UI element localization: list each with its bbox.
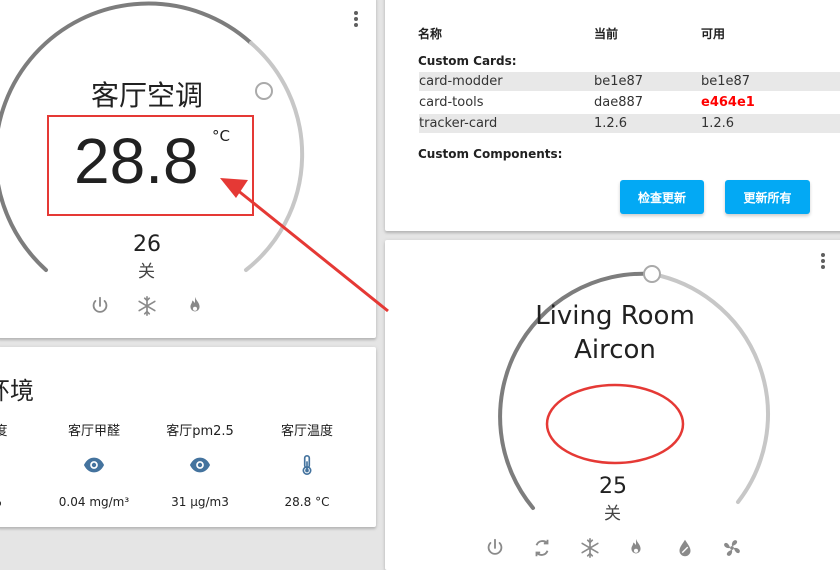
- current-temperature: 28.8: [74, 125, 199, 197]
- table-row: tracker-card 1.2.6 1.2.6: [419, 114, 840, 133]
- sensor-name[interactable]: 客厅pm2.5: [160, 420, 240, 439]
- cycle-icon[interactable]: [531, 537, 553, 559]
- hvac-mode: 关: [138, 262, 155, 282]
- update-tracker-card: 名称 当前 可用 Custom Cards: card-modder be1e8…: [385, 0, 840, 231]
- target-temperature: 26: [133, 232, 161, 257]
- water-drop-icon[interactable]: [674, 537, 696, 559]
- fire-icon[interactable]: [184, 295, 206, 317]
- thermometer-icon[interactable]: [296, 454, 318, 476]
- eye-icon[interactable]: [83, 454, 105, 476]
- row-available: be1e87: [701, 74, 751, 89]
- sensor-name[interactable]: 客厅温度: [267, 420, 347, 439]
- row-name: tracker-card: [419, 116, 498, 131]
- fire-icon[interactable]: [625, 537, 647, 559]
- update-all-button[interactable]: 更新所有: [725, 180, 810, 214]
- fan-icon[interactable]: [721, 537, 743, 559]
- sensor-value: %: [0, 495, 6, 509]
- table-row: card-tools dae887 e464e1: [419, 93, 840, 112]
- sensor-name[interactable]: 客厅甲醛: [54, 420, 134, 439]
- sensor-value: 0.04 mg/m³: [58, 495, 130, 509]
- column-header-current: 当前: [594, 27, 619, 41]
- annotation-circle: [545, 383, 685, 465]
- environment-card: 环境 度 % 客厅甲醛 0.04 mg/m³ 客厅pm2.5 31 μg/m3 …: [0, 347, 376, 527]
- table-row: card-modder be1e87 be1e87: [419, 72, 840, 91]
- column-header-name: 名称: [418, 27, 443, 41]
- thermostat-card-cn: 客厅空调 28.8 °C 26 关: [0, 0, 376, 338]
- thermostat-name: 客厅空调: [91, 79, 204, 112]
- card-title: 环境: [0, 377, 34, 405]
- target-temperature: 25: [599, 474, 627, 499]
- row-current: be1e87: [594, 74, 644, 89]
- eye-icon[interactable]: [189, 454, 211, 476]
- row-current: 1.2.6: [594, 116, 628, 131]
- check-updates-button[interactable]: 检查更新: [620, 180, 704, 214]
- power-icon[interactable]: [484, 537, 506, 559]
- sensor-name: 度: [0, 424, 8, 439]
- sensor-value: 28.8 °C: [284, 495, 330, 509]
- row-current: dae887: [594, 95, 644, 110]
- column-header-available: 可用: [701, 27, 726, 41]
- snowflake-icon[interactable]: [579, 537, 601, 559]
- row-name: card-tools: [419, 95, 484, 110]
- snowflake-icon[interactable]: [136, 295, 158, 317]
- thermostat-name-line1: Living Room: [535, 301, 695, 331]
- dial-handle: [643, 265, 661, 283]
- temperature-unit: °C: [212, 127, 230, 145]
- hvac-mode: 关: [604, 504, 621, 524]
- thermostat-name-line2: Aircon: [574, 335, 656, 365]
- row-available-outdated: e464e1: [701, 95, 755, 110]
- row-available: 1.2.6: [701, 116, 735, 131]
- row-name: card-modder: [419, 74, 503, 89]
- custom-components-label: Custom Components:: [418, 147, 563, 161]
- power-icon[interactable]: [89, 295, 111, 317]
- custom-cards-label: Custom Cards:: [418, 54, 517, 68]
- dial-handle: [255, 82, 273, 100]
- sensor-value: 31 μg/m3: [171, 495, 229, 509]
- thermostat-card-en: Living Room Aircon 25 关: [385, 240, 840, 570]
